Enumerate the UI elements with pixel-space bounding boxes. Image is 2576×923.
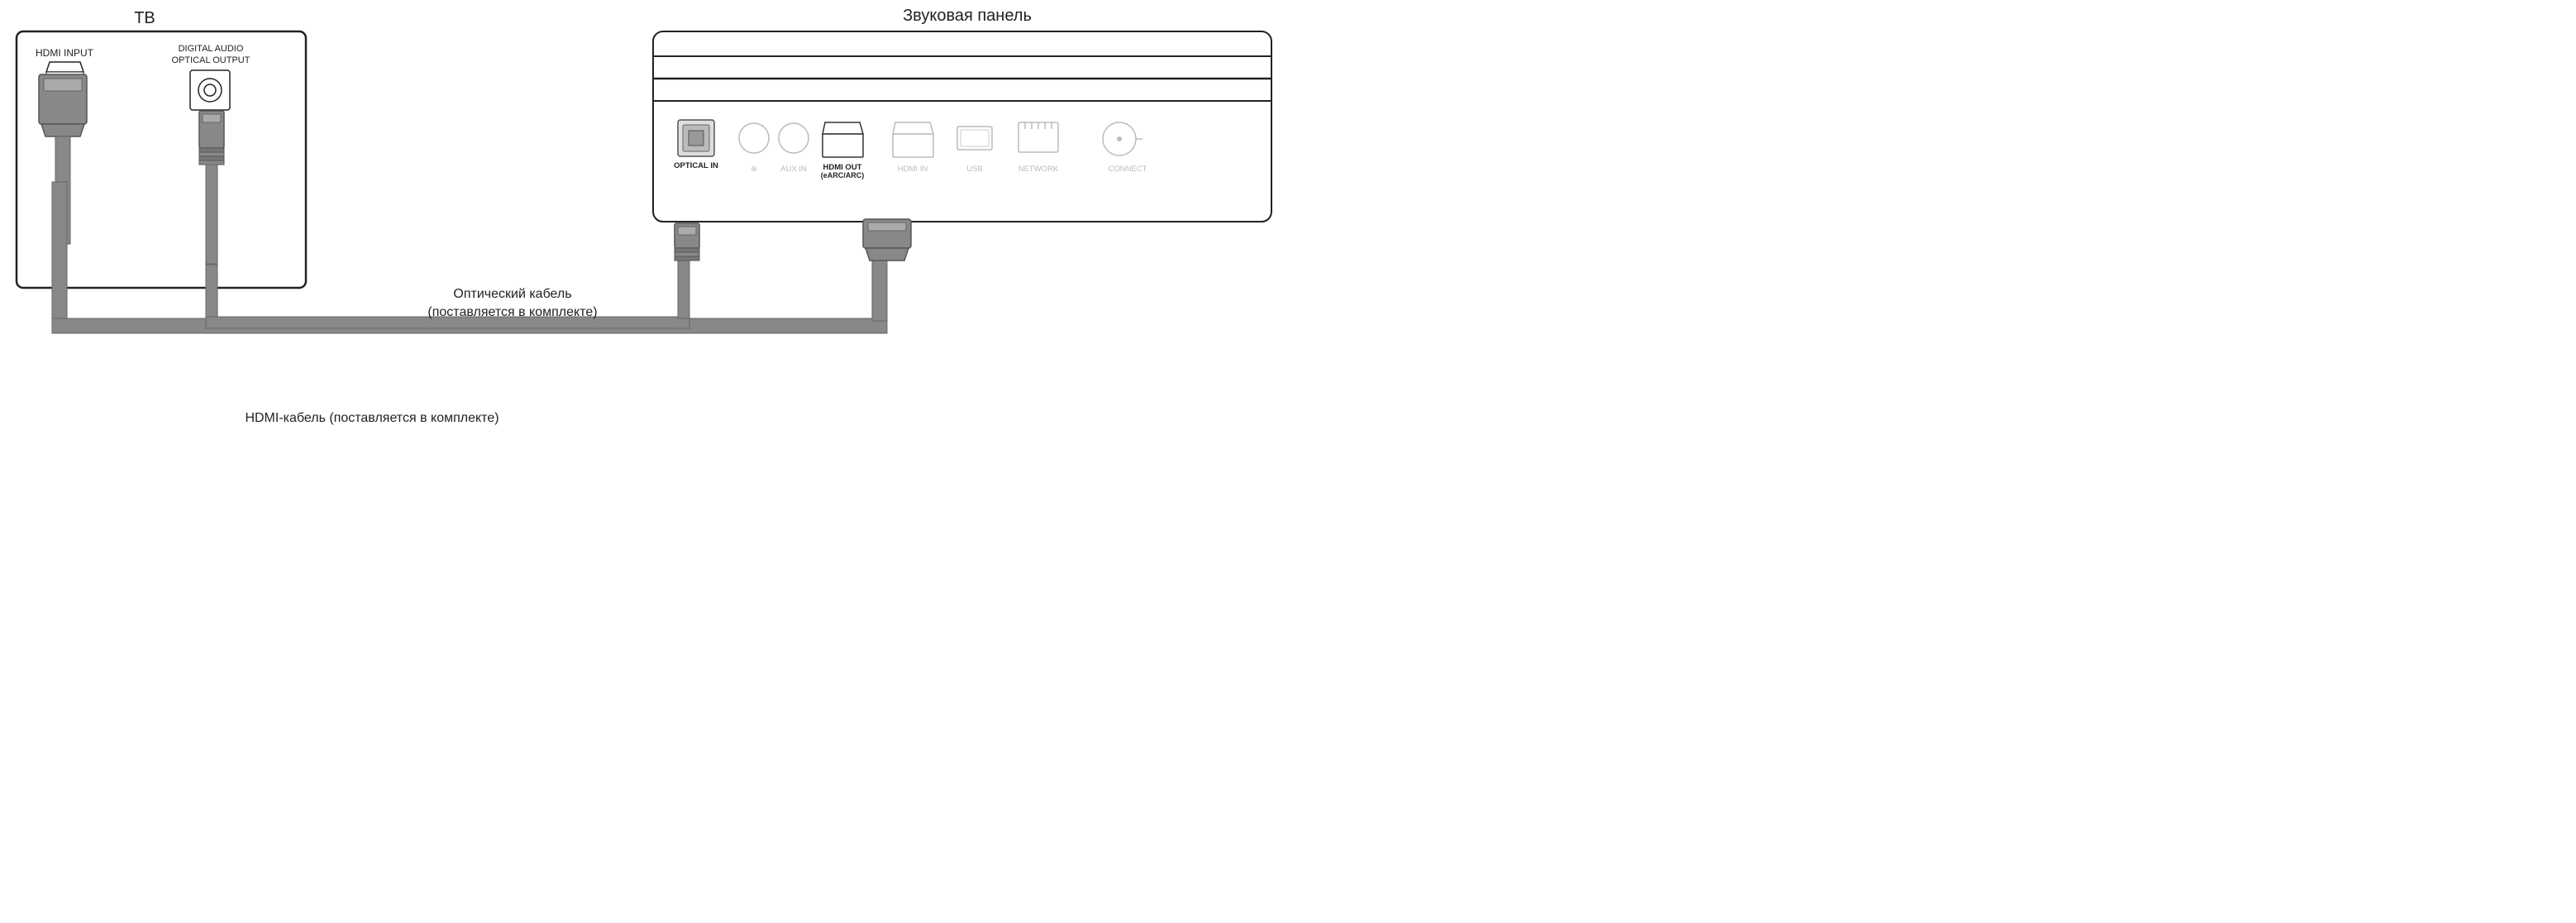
- soundbar-label: Звуковая панель: [903, 7, 1032, 25]
- hdmi-in-label: HDMI IN: [898, 165, 928, 174]
- connection-diagram: ТВ HDMI INPUT DIGITAL AUDIO OPTICAL OUTP…: [0, 0, 1288, 462]
- hdmi-out-label2: (eARC/ARC): [821, 171, 865, 179]
- aux-in-label: AUX IN: [780, 165, 807, 174]
- aux-port: [779, 123, 809, 153]
- optical-soundbar-connector: [675, 223, 699, 261]
- hdmi-cable-label: HDMI-кабель (поставляется в комплекте): [245, 411, 499, 425]
- hdmi-input-label: HDMI INPUT: [36, 47, 94, 59]
- usb-port: [957, 127, 992, 150]
- bluetooth-label: ⊛: [751, 165, 757, 174]
- optical-port-tv: [190, 70, 230, 110]
- digital-audio-label-line2: OPTICAL OUTPUT: [172, 55, 250, 65]
- hdmi-port-symbol: [46, 62, 83, 74]
- hdmi-out-port: [823, 122, 863, 157]
- hdmi-cable-vertical-tv: [52, 182, 67, 323]
- optical-cable-label-line1: Оптический кабель: [453, 287, 571, 301]
- hdmi-soundbar-connector: [863, 219, 911, 261]
- network-label: NETWORK: [1018, 165, 1059, 174]
- connect-label: CONNECT: [1109, 165, 1147, 174]
- optical-cable-label-line2: (поставляется в комплекте): [427, 305, 597, 319]
- usb-label: USB: [966, 165, 983, 174]
- tv-label: ТВ: [134, 9, 155, 27]
- digital-audio-label-line1: DIGITAL AUDIO: [179, 44, 244, 54]
- optical-in-port: [678, 120, 714, 156]
- network-port: [1018, 122, 1058, 152]
- optical-in-label: OPTICAL IN: [674, 161, 718, 170]
- bluetooth-port: [739, 123, 769, 153]
- optical-cable-vertical-tv: [206, 265, 217, 321]
- hdmi-in-port: [893, 122, 933, 157]
